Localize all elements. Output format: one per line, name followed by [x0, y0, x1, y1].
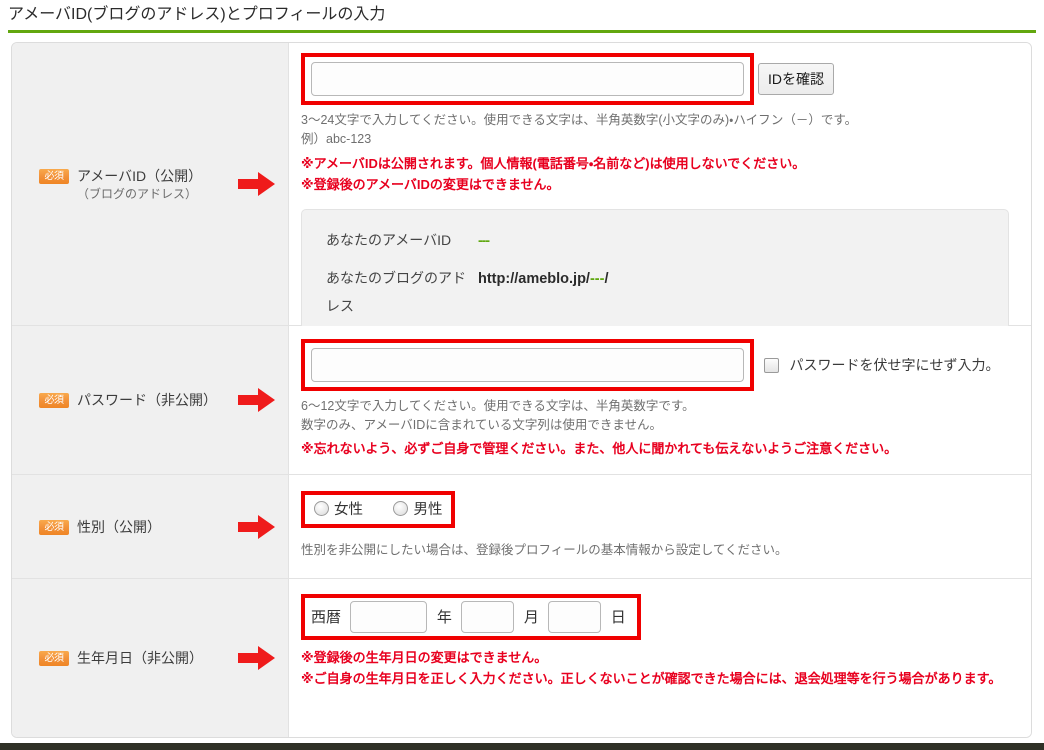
row-label-password: 必須 パスワード（非公開）: [12, 326, 289, 474]
right-arrow-icon: [238, 388, 275, 412]
page-title: アメーバID(ブログのアドレス)とプロフィールの入力: [8, 6, 386, 23]
row-label-gender: 必須 性別（公開）: [12, 475, 289, 578]
row-label-birthday: 必須 生年月日（非公開）: [12, 579, 289, 737]
row-label-ameba-id: 必須 アメーバID（公開） （ブログのアドレス）: [12, 43, 289, 325]
gender-option-female[interactable]: 女性: [314, 498, 363, 519]
ameba-id-hint-2: 例）abc-123: [301, 132, 372, 146]
row-field-password: パスワードを伏せ字にせず入力。 6〜12文字で入力してください。使用できる文字は…: [289, 326, 1031, 474]
row-field-ameba-id: IDを確認 3〜24文字で入力してください。使用できる文字は、半角英数字(小文字…: [289, 43, 1031, 337]
required-badge: 必須: [39, 168, 69, 184]
show-password-toggle[interactable]: パスワードを伏せ字にせず入力。: [764, 355, 999, 375]
right-arrow-icon: [238, 172, 275, 196]
gender-option-male-label: 男性: [413, 502, 443, 518]
ameba-id-input[interactable]: [311, 62, 744, 96]
annotation-box-birthday: 西暦 年 月 日: [301, 594, 641, 640]
ameba-id-sublabel: （ブログのアドレス）: [77, 186, 198, 201]
birthday-day-input[interactable]: [548, 601, 602, 633]
annotation-box-password: [301, 339, 754, 391]
form-row-gender: 必須 性別（公開） 女性 男性 性別を非公開にしたい場合は、登録後プロフィールの…: [12, 475, 1031, 579]
ameba-id-label: アメーバID（公開）: [77, 167, 203, 184]
ameba-id-info-panel: あなたのアメーバID --- あなたのブログのアドレス http://amebl…: [301, 209, 1009, 337]
birthday-warning-1: ※登録後の生年月日の変更はできません。: [301, 650, 548, 665]
radio-female-icon[interactable]: [314, 501, 329, 516]
right-arrow-icon: [238, 646, 275, 670]
birthday-month-input[interactable]: [461, 601, 515, 633]
annotation-box-gender: 女性 男性: [301, 491, 456, 528]
info-value-ameba-id: ---: [478, 232, 490, 248]
right-arrow-icon: [238, 514, 275, 539]
info-line-id: あなたのアメーバID ---: [326, 226, 1008, 254]
required-badge: 必須: [39, 519, 69, 535]
row-label-text: アメーバID（公開） （ブログのアドレス）: [77, 166, 202, 203]
info-key-ameba-id: あなたのアメーバID: [326, 232, 452, 248]
page-heading: アメーバID(ブログのアドレス)とプロフィールの入力: [8, 4, 1036, 33]
ameba-id-hint-1: 3〜24文字で入力してください。使用できる文字は、半角英数字(小文字のみ)・ハイ…: [301, 113, 858, 127]
password-warning-1: ※忘れないよう、必ずご自身で管理ください。また、他人に聞かれても伝えないようご注…: [301, 441, 898, 456]
annotation-box-ameba-id: [301, 53, 754, 105]
registration-form-card: 必須 アメーバID（公開） （ブログのアドレス） IDを確認 3〜24文字で入力…: [11, 42, 1032, 738]
bottom-strip: [0, 743, 1044, 750]
password-hint-1: 6〜12文字で入力してください。使用できる文字は、半角英数字です。: [301, 399, 695, 413]
birthday-month-unit: 月: [523, 609, 539, 626]
check-id-button[interactable]: IDを確認: [758, 63, 834, 95]
password-label: パスワード（非公開）: [77, 392, 217, 408]
ameba-id-warning-1: ※アメーバIDは公開されます。個人情報(電話番号・名前など)は使用しないでくださ…: [301, 156, 806, 171]
radio-male-icon[interactable]: [393, 501, 409, 516]
password-input[interactable]: [311, 348, 744, 382]
birthday-warning-2: ※ご自身の生年月日を正しく入力ください。正しくないことが確認できた場合には、退会…: [301, 671, 1002, 686]
gender-option-male[interactable]: 男性: [393, 498, 442, 519]
blog-url-suffix: /: [604, 271, 609, 287]
birthday-day-unit: 日: [610, 609, 626, 626]
row-field-birthday: 西暦 年 月 日 ※登録後の生年月日の変更はできません。 ※ご自身の生年月日を正…: [289, 579, 1031, 737]
blog-url-id: ---: [589, 271, 605, 287]
birthday-era-prefix: 西暦: [311, 609, 342, 626]
show-password-checkbox[interactable]: [764, 357, 779, 373]
ameba-id-warning-2: ※登録後のアメーバIDの変更はできません。: [301, 177, 560, 192]
gender-hint-1: 性別を非公開にしたい場合は、登録後プロフィールの基本情報から設定してください。: [301, 543, 788, 557]
birthday-year-unit: 年: [436, 609, 452, 626]
blog-url-prefix: http://ameblo.jp/: [478, 271, 590, 287]
password-hint-2: 数字のみ、アメーバIDに含まれている文字列は使用できません。: [301, 418, 663, 432]
birthday-label: 生年月日（非公開）: [77, 650, 203, 666]
form-row-password: 必須 パスワード（非公開） パスワードを伏せ字にせず入力。 6〜12文字で入力し…: [12, 326, 1031, 475]
birthday-year-input[interactable]: [350, 601, 428, 633]
show-password-label: パスワードを伏せ字にせず入力。: [789, 357, 1000, 373]
info-line-url: あなたのブログのアドレス http://ameblo.jp/---/: [326, 264, 1008, 320]
form-row-ameba-id: 必須 アメーバID（公開） （ブログのアドレス） IDを確認 3〜24文字で入力…: [12, 43, 1031, 337]
heading-rule: [8, 30, 1036, 33]
form-row-birthday: 必須 生年月日（非公開） 西暦 年 月 日 ※登録後の生年月日の変更はできません…: [12, 579, 1031, 737]
required-badge: 必須: [39, 651, 69, 666]
gender-label: 性別（公開）: [77, 518, 161, 535]
gender-option-female-label: 女性: [334, 502, 363, 518]
row-field-gender: 女性 男性 性別を非公開にしたい場合は、登録後プロフィールの基本情報から設定して…: [289, 475, 1031, 578]
info-value-blog-url: http://ameblo.jp/---/: [478, 265, 609, 293]
required-badge: 必須: [39, 393, 69, 408]
info-key-blog-url: あなたのブログのアドレス: [326, 270, 466, 314]
